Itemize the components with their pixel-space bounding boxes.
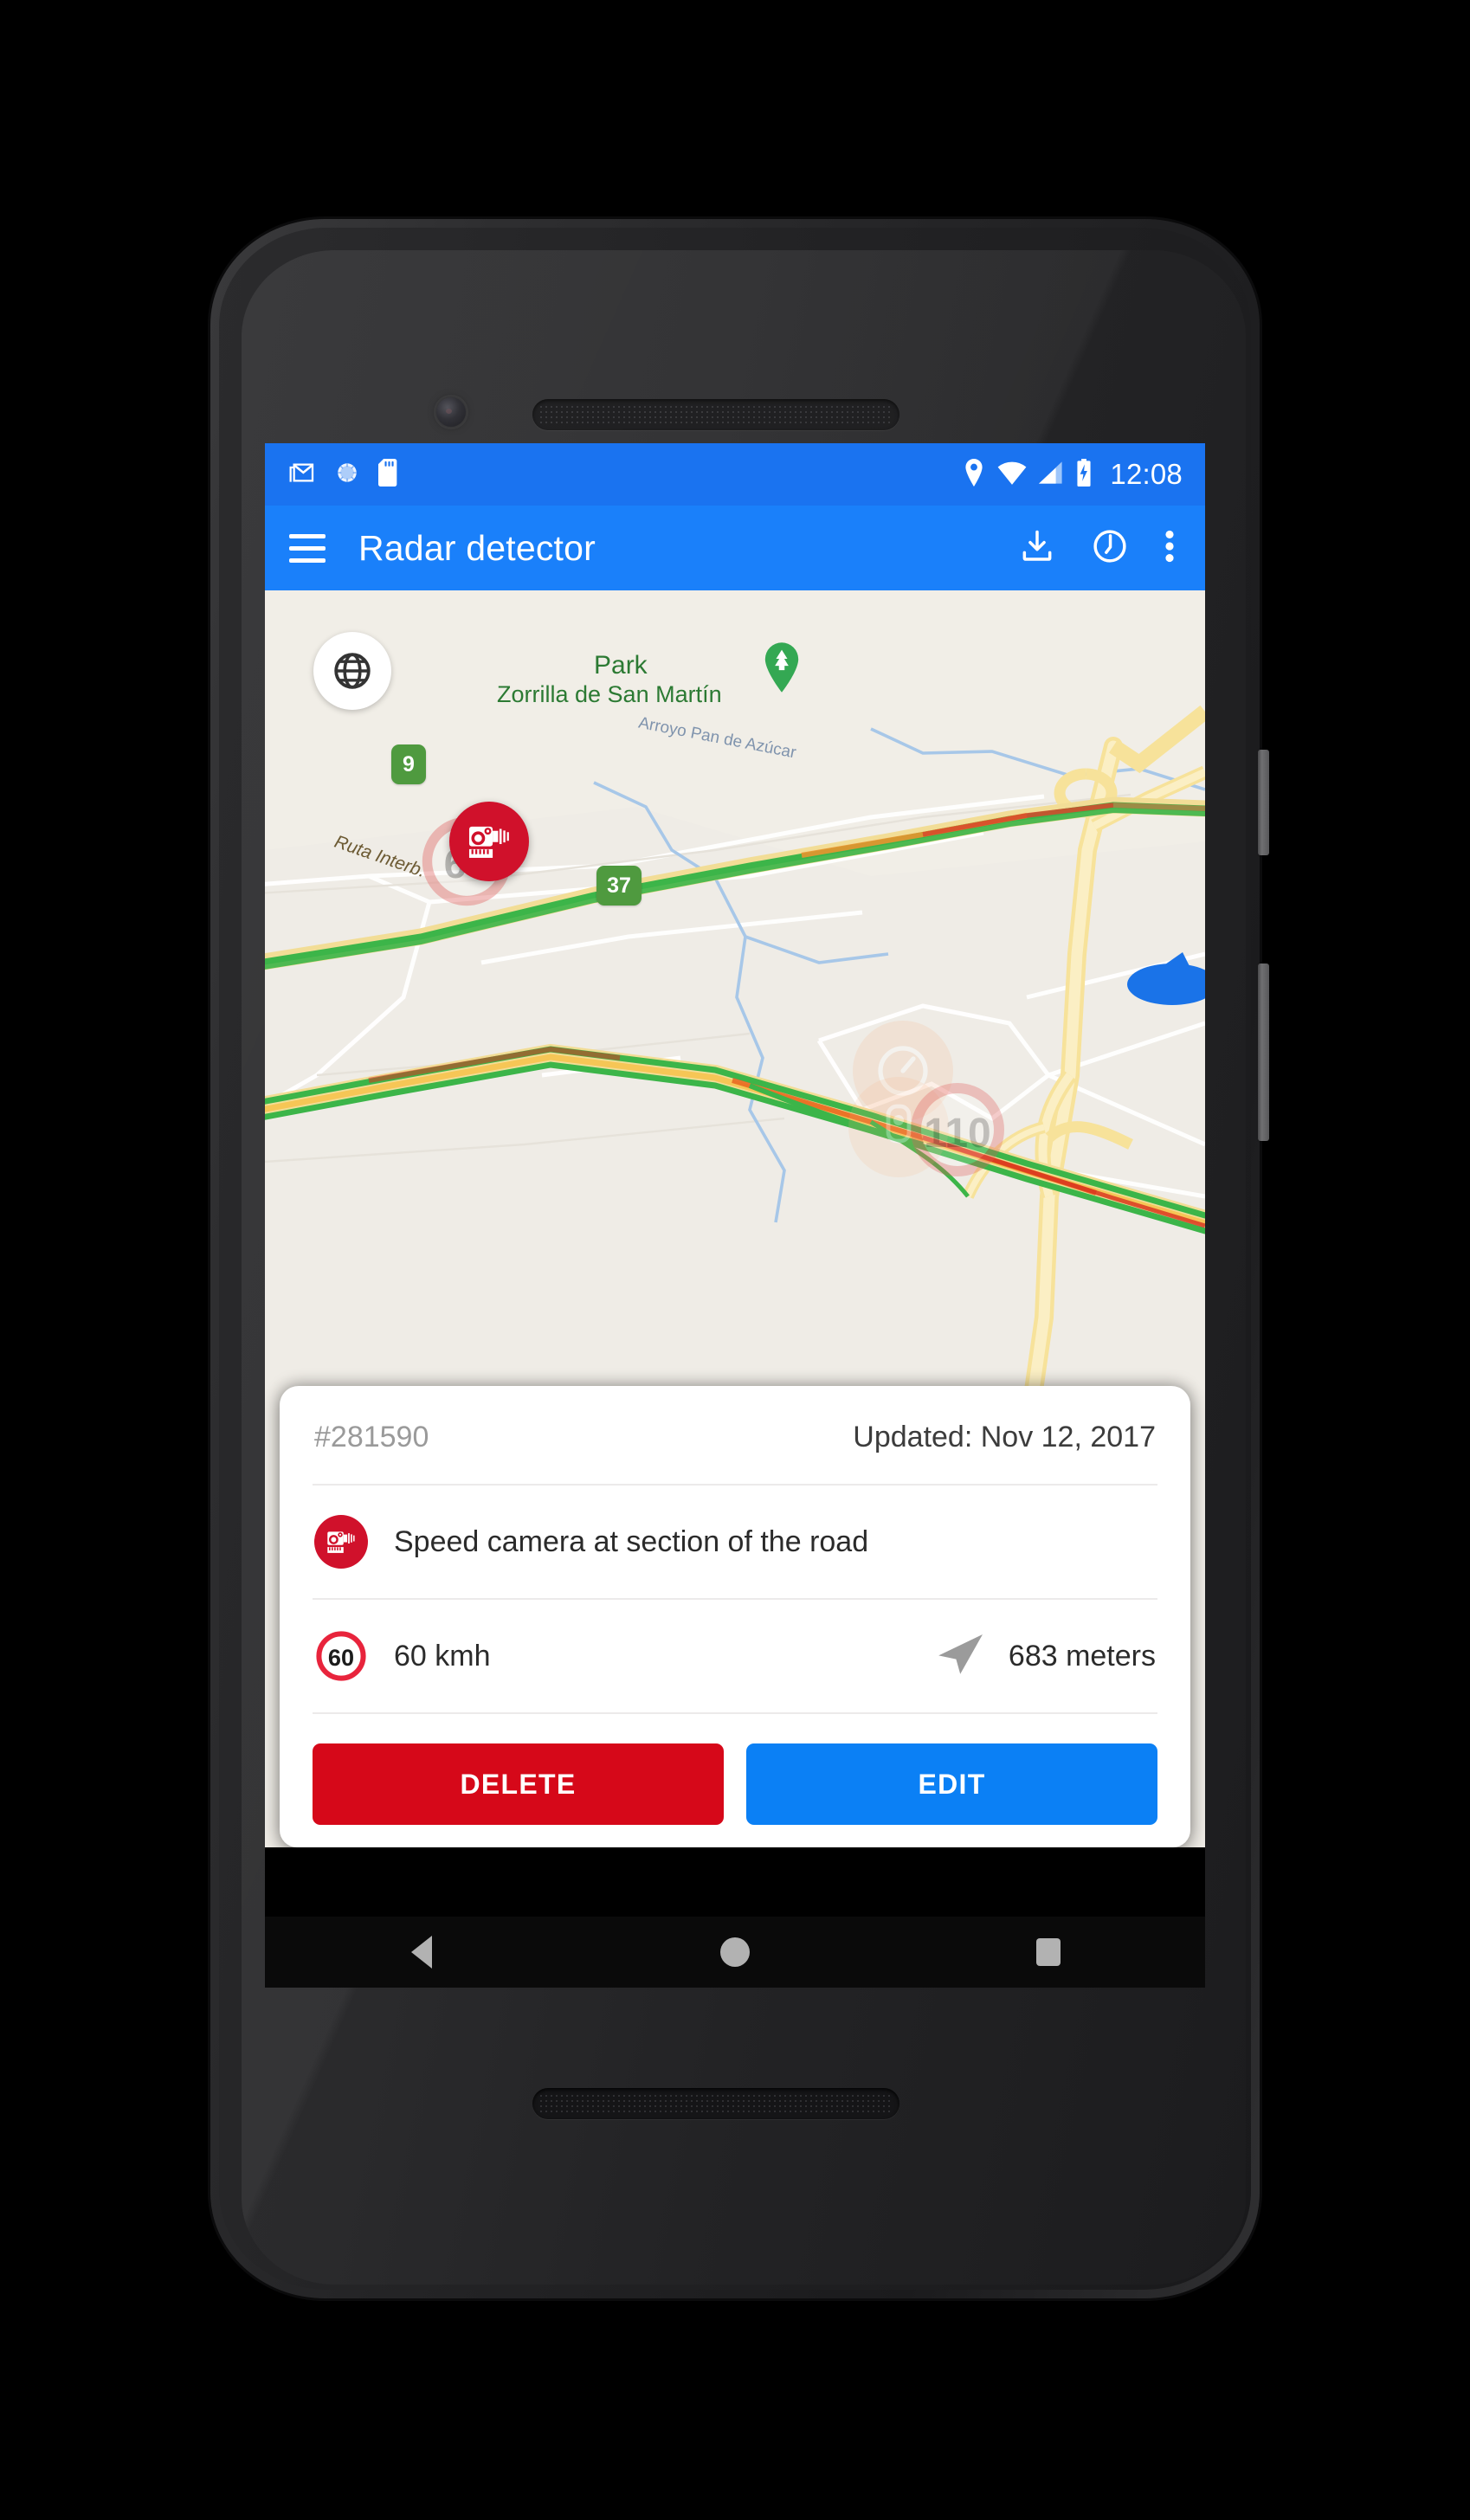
route-shield-9: 9 — [391, 744, 426, 784]
status-bar: 12:08 — [265, 443, 1205, 506]
map-park-label: Park — [594, 651, 648, 680]
detail-card: #281590 Updated: Nov 12, 2017 Speed came… — [280, 1386, 1190, 1847]
svg-text:60: 60 — [328, 1644, 354, 1671]
download-icon[interactable] — [1018, 527, 1056, 570]
wifi-icon — [997, 461, 1027, 489]
action-buttons: DELETE EDIT — [313, 1714, 1157, 1825]
map-view[interactable]: 110 60 Ruta Interb. Park Zorrilla de San… — [265, 590, 1205, 1847]
bottom-speaker-grille — [532, 2088, 899, 2119]
volume-rocker-button[interactable] — [1258, 964, 1269, 1141]
map-park-subtitle: Zorrilla de San Martín — [497, 681, 722, 707]
location-icon — [963, 458, 985, 491]
history-clock-icon[interactable] — [1091, 527, 1129, 570]
front-camera — [436, 397, 466, 427]
status-bar-clock: 12:08 — [1110, 458, 1183, 490]
record-updated-date: Updated: Nov 12, 2017 — [853, 1421, 1156, 1453]
cellular-signal-icon — [1039, 461, 1063, 489]
battery-charging-icon — [1075, 458, 1093, 491]
screenshot-root: 12:08 Radar detector 110 Ruta Interb. Pa… — [0, 0, 1470, 2520]
earpiece-speaker-grille — [532, 399, 899, 430]
gmail-icon — [287, 459, 317, 491]
detail-card-header: #281590 Updated: Nov 12, 2017 — [313, 1386, 1157, 1486]
app-bar-actions — [1018, 527, 1176, 570]
android-navigation-bar — [265, 1917, 1205, 1988]
speed-limit-value: 60 kmh — [394, 1639, 491, 1672]
hamburger-menu-icon[interactable] — [289, 533, 326, 563]
home-button[interactable] — [670, 1917, 800, 1988]
svg-text:110: 110 — [924, 1111, 990, 1157]
status-bar-right-icons: 12:08 — [963, 458, 1183, 491]
power-button[interactable] — [1258, 750, 1269, 855]
sd-card-icon — [377, 458, 400, 491]
delete-button[interactable]: DELETE — [313, 1743, 724, 1825]
status-bar-left-icons — [287, 458, 400, 491]
phone-screen: 12:08 Radar detector 110 Ruta Interb. Pa… — [265, 443, 1205, 1988]
app-bar: Radar detector — [265, 506, 1205, 590]
speed-camera-marker[interactable] — [449, 802, 529, 881]
sync-icon — [334, 460, 360, 490]
route-shield-37: 37 — [596, 866, 642, 906]
faded-speed-limit-110-marker: 110 — [907, 1080, 1008, 1184]
edit-button[interactable]: EDIT — [746, 1743, 1157, 1825]
navigation-arrow-icon — [936, 1633, 984, 1680]
speed-limit-60-icon: 60 — [314, 1629, 368, 1683]
back-button[interactable] — [357, 1917, 487, 1988]
overflow-menu-icon[interactable] — [1164, 527, 1176, 570]
distance-value: 683 meters — [1008, 1639, 1156, 1672]
distance-group: 683 meters — [936, 1633, 1156, 1680]
speed-camera-icon — [314, 1515, 368, 1569]
page-title: Radar detector — [358, 527, 596, 568]
record-id: #281590 — [314, 1421, 429, 1453]
speed-limit-row: 60 60 kmh 683 meters — [313, 1600, 1157, 1714]
globe-icon[interactable] — [313, 632, 391, 710]
camera-type-row: Speed camera at section of the road — [313, 1486, 1157, 1600]
park-pin-icon[interactable] — [762, 642, 802, 697]
recents-button[interactable] — [983, 1917, 1113, 1988]
camera-type-label: Speed camera at section of the road — [394, 1524, 869, 1558]
